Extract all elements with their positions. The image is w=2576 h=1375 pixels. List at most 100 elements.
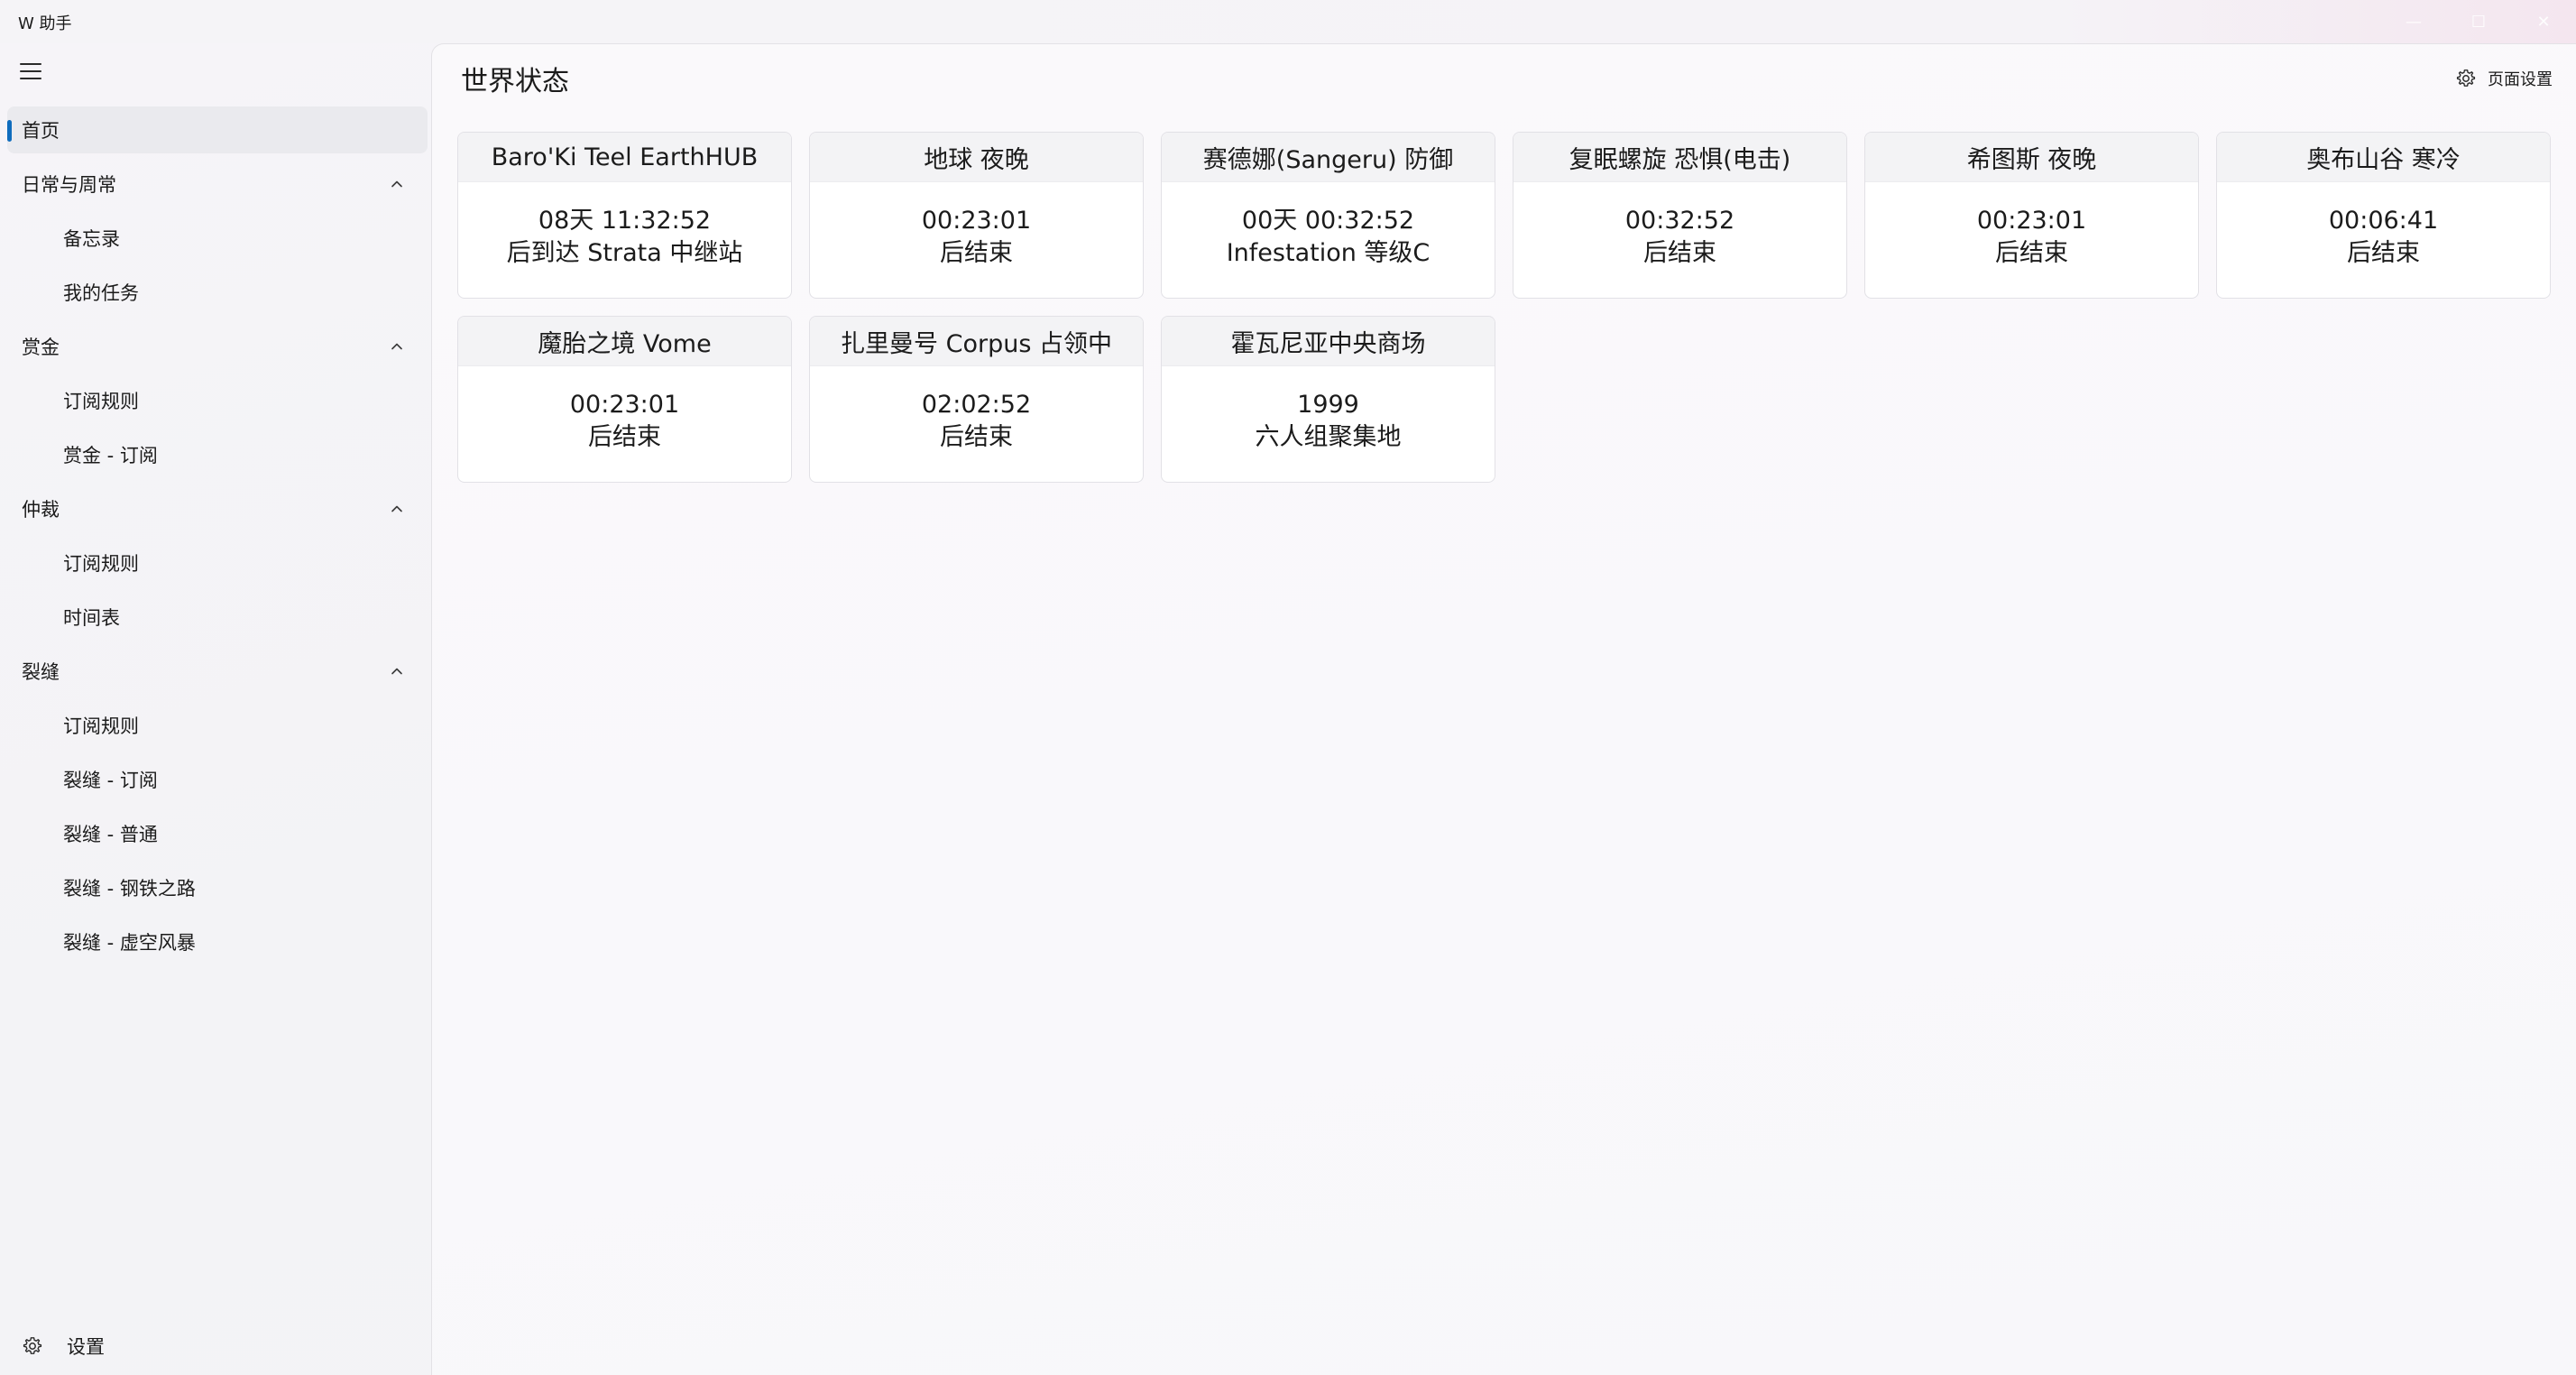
nav-item-label: 裂缝 - 钢铁之路	[63, 878, 196, 900]
status-card-sortie: 赛德娜(Sangeru) 防御 00天 00:32:52 Infestation…	[1161, 132, 1495, 299]
nav-group-arbitration[interactable]: 仲裁	[7, 485, 428, 532]
title-bar[interactable]: W 助手 — ☐ ✕	[0, 0, 2576, 43]
card-status: Infestation 等级C	[1226, 239, 1431, 267]
nav-item-settings[interactable]: 设置	[7, 1321, 428, 1371]
card-timer: 00:23:01	[569, 391, 680, 419]
card-value: 1999	[1297, 391, 1359, 419]
chevron-up-icon[interactable]	[388, 175, 406, 193]
nav-item-bounty-rules[interactable]: 订阅规则	[7, 377, 428, 424]
card-status: 后结束	[588, 423, 661, 451]
card-body: 00天 00:32:52 Infestation 等级C	[1162, 182, 1495, 298]
card-timer: 00:23:01	[921, 207, 1032, 235]
sidebar: 首页 日常与周常 备忘录 我的任务 赏金 订阅规则 赏金 - 订阅 仲裁 订阅规…	[0, 43, 431, 1375]
nav-item-label: 我的任务	[63, 282, 139, 304]
page-title: 世界状态	[461, 66, 569, 97]
card-status: 后到达 Strata 中继站	[506, 239, 743, 267]
nav-item-label: 订阅规则	[63, 391, 139, 412]
nav-group-label: 赏金	[22, 337, 60, 358]
card-status: 后结束	[1643, 239, 1716, 267]
nav-group-label: 裂缝	[22, 661, 60, 683]
nav-item-label: 时间表	[63, 607, 120, 629]
app-title: W 助手	[18, 14, 72, 33]
card-body: 00:32:52 后结束	[1513, 182, 1846, 298]
status-card-baro: Baro'Ki Teel EarthHUB 08天 11:32:52 后到达 S…	[457, 132, 792, 299]
status-card-hovania-mall: 霍瓦尼亚中央商场 1999 六人组聚集地	[1161, 316, 1495, 483]
status-card-cambion-cycle: 魔胎之境 Vome 00:23:01 后结束	[457, 316, 792, 483]
nav-group-daily-weekly[interactable]: 日常与周常	[7, 161, 428, 208]
gear-icon	[23, 1337, 42, 1354]
nav-item-my-tasks[interactable]: 我的任务	[7, 269, 428, 316]
card-title: 赛德娜(Sangeru) 防御	[1162, 133, 1495, 182]
nav-item-label: 订阅规则	[63, 553, 139, 575]
chevron-up-icon[interactable]	[388, 337, 406, 355]
nav-item-label: 备忘录	[63, 228, 120, 250]
card-timer: 08天 11:32:52	[538, 207, 712, 235]
card-timer: 00:23:01	[1976, 207, 2087, 235]
status-card-cetus-cycle: 希图斯 夜晚 00:23:01 后结束	[1864, 132, 2199, 299]
card-title: 扎里曼号 Corpus 占领中	[810, 317, 1143, 366]
page-settings-label: 页面设置	[2488, 70, 2553, 89]
card-body: 00:23:01 后结束	[810, 182, 1143, 298]
gear-icon	[2456, 69, 2476, 87]
nav-item-schedule[interactable]: 时间表	[7, 594, 428, 641]
card-title: 魔胎之境 Vome	[458, 317, 791, 366]
nav-item-label: 裂缝 - 订阅	[63, 770, 158, 791]
status-card-zariman: 扎里曼号 Corpus 占领中 02:02:52 后结束	[809, 316, 1144, 483]
card-status: 六人组聚集地	[1255, 423, 1402, 451]
status-card-spiral: 复眠螺旋 恐惧(电击) 00:32:52 后结束	[1513, 132, 1847, 299]
nav-item-home[interactable]: 首页	[7, 106, 428, 153]
nav-item-memo[interactable]: 备忘录	[7, 215, 428, 262]
card-body: 02:02:52 后结束	[810, 366, 1143, 482]
card-timer: 00:06:41	[2328, 207, 2439, 235]
page-settings-button[interactable]: 页面设置	[2455, 64, 2553, 93]
card-body: 1999 六人组聚集地	[1162, 366, 1495, 482]
app-window: W 助手 — ☐ ✕ 首页 日常与周常 备忘录 我的任务 赏金 订阅规则 赏金 …	[0, 0, 2576, 1375]
settings-label: 设置	[67, 1336, 105, 1358]
nav-group-label: 日常与周常	[22, 174, 116, 196]
nav-item-fissure-void-storm[interactable]: 裂缝 - 虚空风暴	[7, 918, 428, 965]
nav-item-arbitration-rules[interactable]: 订阅规则	[7, 540, 428, 586]
status-card-earth-cycle: 地球 夜晚 00:23:01 后结束	[809, 132, 1144, 299]
nav-item-label: 订阅规则	[63, 715, 139, 737]
card-body: 08天 11:32:52 后到达 Strata 中继站	[458, 182, 791, 298]
card-status: 后结束	[1995, 239, 2068, 267]
window-controls: — ☐ ✕	[2381, 0, 2576, 43]
nav-group-label: 仲裁	[22, 499, 60, 521]
card-title: 复眠螺旋 恐惧(电击)	[1513, 133, 1846, 182]
card-timer: 00天 00:32:52	[1241, 207, 1415, 235]
card-title: 霍瓦尼亚中央商场	[1162, 317, 1495, 366]
card-status: 后结束	[2347, 239, 2420, 267]
card-status: 后结束	[940, 423, 1013, 451]
main-content: 世界状态 页面设置 Baro'Ki Teel EarthHUB 08天 11:3…	[431, 43, 2576, 1375]
nav-item-label: 赏金 - 订阅	[63, 445, 158, 466]
nav-item-fissure-rules[interactable]: 订阅规则	[7, 702, 428, 749]
chevron-up-icon[interactable]	[388, 662, 406, 680]
card-body: 00:23:01 后结束	[458, 366, 791, 482]
card-body: 00:06:41 后结束	[2217, 182, 2550, 298]
nav-item-label: 首页	[22, 120, 60, 142]
maximize-button[interactable]: ☐	[2446, 0, 2511, 43]
nav-item-fissure-steel-path[interactable]: 裂缝 - 钢铁之路	[7, 864, 428, 911]
nav-item-label: 裂缝 - 虚空风暴	[63, 932, 196, 954]
hamburger-icon[interactable]	[20, 63, 41, 79]
nav-item-fissure-subscribe[interactable]: 裂缝 - 订阅	[7, 756, 428, 803]
world-state-grid: Baro'Ki Teel EarthHUB 08天 11:32:52 后到达 S…	[457, 132, 2551, 483]
nav-list: 首页 日常与周常 备忘录 我的任务 赏金 订阅规则 赏金 - 订阅 仲裁 订阅规…	[7, 106, 428, 973]
minimize-button[interactable]: —	[2381, 0, 2446, 43]
close-button[interactable]: ✕	[2511, 0, 2576, 43]
chevron-up-icon[interactable]	[388, 500, 406, 518]
card-title: Baro'Ki Teel EarthHUB	[458, 133, 791, 182]
card-timer: 02:02:52	[921, 391, 1032, 419]
card-title: 希图斯 夜晚	[1865, 133, 2198, 182]
nav-group-fissures[interactable]: 裂缝	[7, 648, 428, 695]
card-body: 00:23:01 后结束	[1865, 182, 2198, 298]
nav-group-bounty[interactable]: 赏金	[7, 323, 428, 370]
card-title: 奥布山谷 寒冷	[2217, 133, 2550, 182]
nav-item-bounty-subscribe[interactable]: 赏金 - 订阅	[7, 431, 428, 478]
card-status: 后结束	[940, 239, 1013, 267]
card-title: 地球 夜晚	[810, 133, 1143, 182]
nav-item-label: 裂缝 - 普通	[63, 824, 158, 845]
status-card-vallis-cycle: 奥布山谷 寒冷 00:06:41 后结束	[2216, 132, 2551, 299]
nav-item-fissure-normal[interactable]: 裂缝 - 普通	[7, 810, 428, 857]
card-timer: 00:32:52	[1624, 207, 1735, 235]
